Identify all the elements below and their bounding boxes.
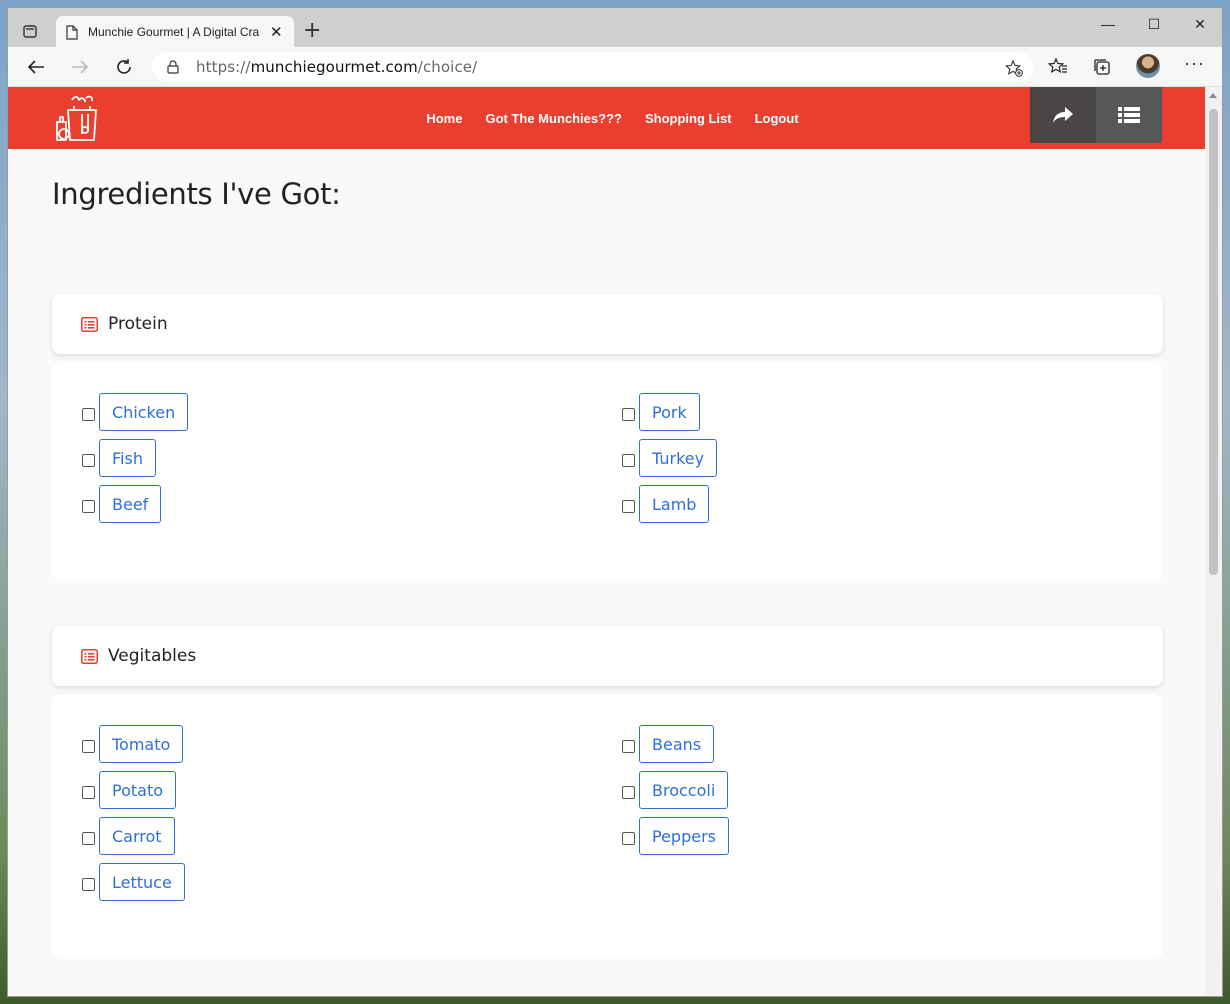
page-icon	[66, 24, 78, 40]
ingredient-label[interactable]: Pork	[639, 393, 700, 431]
forward-arrow-icon	[72, 60, 89, 74]
list-alt-icon	[81, 316, 98, 332]
ingredient-item: Carrot	[82, 817, 185, 855]
tab-strip: Munchie Gourmet | A Digital Cra ✕ + — ☐ …	[8, 8, 1222, 48]
page-scrollbar[interactable]	[1205, 87, 1222, 996]
ingredient-label[interactable]: Fish	[99, 439, 156, 477]
section-body-protein: Chicken Fish Beef Pork Turkey Lamb	[52, 363, 1163, 580]
add-favorite-icon[interactable]	[1005, 59, 1023, 77]
ingredient-item: Beef	[82, 485, 188, 523]
ingredient-item: Tomato	[82, 725, 185, 763]
browser-tab[interactable]: Munchie Gourmet | A Digital Cra ✕	[56, 16, 294, 48]
main-nav: Home Got The Munchies??? Shopping List L…	[8, 87, 1207, 149]
ingredient-item: Chicken	[82, 393, 189, 431]
collections-icon[interactable]	[1092, 57, 1112, 77]
section-header-vegitables: Vegitables	[52, 626, 1163, 686]
more-menu-button[interactable]: ···	[1184, 53, 1205, 74]
nav-got-the-munchies[interactable]: Got The Munchies???	[485, 111, 622, 126]
ingredient-label[interactable]: Potato	[99, 771, 177, 809]
close-window-button[interactable]: ✕	[1177, 14, 1222, 34]
list-icon	[1118, 107, 1140, 123]
ingredient-label[interactable]: Lettuce	[99, 863, 185, 901]
back-button[interactable]	[24, 55, 48, 79]
lock-icon	[167, 60, 179, 74]
page-title: Ingredients I've Got:	[52, 177, 341, 211]
nav-home[interactable]: Home	[426, 111, 462, 126]
ingredient-item: Turkey	[622, 439, 718, 477]
ingredient-label[interactable]: Peppers	[639, 817, 729, 855]
ingredient-checkbox[interactable]	[82, 785, 95, 799]
ingredient-label[interactable]: Carrot	[99, 817, 175, 855]
favorites-icon[interactable]	[1048, 57, 1068, 77]
ingredient-label[interactable]: Beef	[99, 485, 162, 523]
vegitables-right-column: Beans Broccoli Peppers	[622, 725, 729, 863]
section-title: Vegitables	[108, 646, 197, 666]
ingredient-checkbox[interactable]	[622, 407, 635, 421]
ingredient-checkbox[interactable]	[82, 877, 95, 891]
tab-close-icon[interactable]: ✕	[270, 25, 283, 40]
ingredient-item: Beans	[622, 725, 729, 763]
ingredient-checkbox[interactable]	[622, 785, 635, 799]
ingredient-label[interactable]: Turkey	[639, 439, 718, 477]
browser-window: Munchie Gourmet | A Digital Cra ✕ + — ☐ …	[7, 7, 1223, 997]
protein-right-column: Pork Turkey Lamb	[622, 393, 718, 531]
ingredient-item: Pork	[622, 393, 717, 431]
tab-actions-icon[interactable]	[22, 23, 38, 39]
nav-logout[interactable]: Logout	[755, 111, 799, 126]
ingredient-item: Lettuce	[82, 863, 185, 901]
maximize-button[interactable]: ☐	[1131, 14, 1177, 34]
main-content: Ingredients I've Got: Protein Chicken Fi…	[8, 149, 1207, 959]
ingredient-checkbox[interactable]	[82, 739, 95, 753]
section-header-protein: Protein	[52, 294, 1163, 354]
browser-toolbar: https://munchiegourmet.com/choice/ ···	[8, 47, 1222, 87]
forward-button[interactable]	[68, 55, 92, 79]
new-tab-button[interactable]: +	[303, 20, 321, 42]
vegitables-left-column: Tomato Potato Carrot Lettuce	[82, 725, 185, 909]
ingredient-label[interactable]: Chicken	[99, 393, 189, 431]
refresh-button[interactable]	[112, 55, 136, 79]
ingredient-checkbox[interactable]	[622, 739, 635, 753]
ingredient-checkbox[interactable]	[622, 453, 635, 467]
ingredient-checkbox[interactable]	[82, 831, 95, 845]
address-bar[interactable]: https://munchiegourmet.com/choice/	[152, 52, 1033, 82]
ingredient-label[interactable]: Lamb	[639, 485, 710, 523]
ingredient-label[interactable]: Tomato	[99, 725, 184, 763]
ingredient-item: Lamb	[622, 485, 717, 523]
protein-left-column: Chicken Fish Beef	[82, 393, 189, 531]
section-body-vegitables: Tomato Potato Carrot Lettuce Beans Brocc…	[52, 695, 1163, 959]
ingredient-label[interactable]: Broccoli	[639, 771, 729, 809]
profile-avatar[interactable]	[1136, 54, 1160, 78]
scroll-up-arrow-icon[interactable]	[1209, 93, 1217, 98]
page-viewport: Home Got The Munchies??? Shopping List L…	[8, 87, 1207, 996]
list-alt-icon	[81, 648, 98, 664]
ingredient-checkbox[interactable]	[82, 499, 95, 513]
share-icon	[1053, 107, 1073, 123]
list-menu-button[interactable]	[1096, 87, 1162, 143]
ingredient-checkbox[interactable]	[82, 453, 95, 467]
ingredient-item: Potato	[82, 771, 185, 809]
ingredient-label[interactable]: Beans	[639, 725, 715, 763]
ingredient-checkbox[interactable]	[622, 499, 635, 513]
section-title: Protein	[108, 314, 168, 334]
ingredient-checkbox[interactable]	[622, 831, 635, 845]
nav-shopping-list[interactable]: Shopping List	[645, 111, 732, 126]
minimize-button[interactable]: —	[1085, 14, 1131, 34]
url-text: https://munchiegourmet.com/choice/	[196, 58, 478, 76]
refresh-icon	[117, 59, 131, 74]
ingredient-item: Peppers	[622, 817, 729, 855]
tab-title: Munchie Gourmet | A Digital Cra	[88, 25, 260, 39]
site-header: Home Got The Munchies??? Shopping List L…	[8, 87, 1207, 149]
scrollbar-thumb[interactable]	[1209, 109, 1218, 575]
share-button[interactable]	[1030, 87, 1096, 143]
back-arrow-icon	[27, 60, 44, 74]
ingredient-checkbox[interactable]	[82, 407, 95, 421]
ingredient-item: Broccoli	[622, 771, 729, 809]
ingredient-item: Fish	[82, 439, 188, 477]
